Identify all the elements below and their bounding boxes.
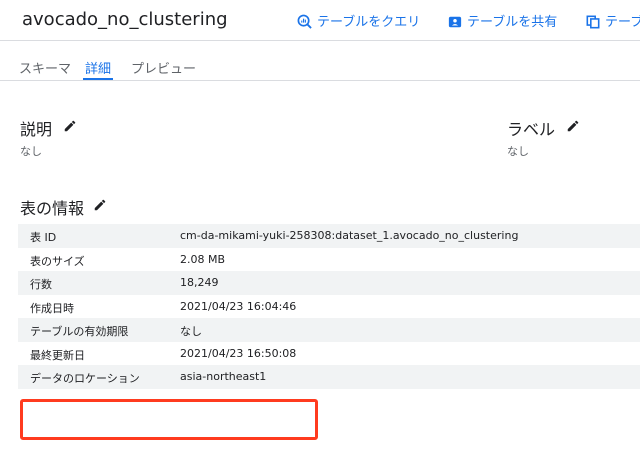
row-value: 18,249 [180,276,219,289]
row-key: データのロケーション [30,372,140,385]
table-info-row-size: 表のサイズ 2.08 MB [18,248,640,272]
table-info-row-expiration: テーブルの有効期限 なし [18,318,640,342]
active-tab-indicator [83,78,113,80]
row-key: 表のサイズ [30,254,85,268]
share-table-label: テーブルを共有 [467,15,558,30]
header-bar: avocado_no_clustering テーブルをクエリ テーブルを共有 テ… [0,0,640,41]
tab-bar: スキーマ 詳細 プレビュー [0,40,640,81]
copy-table-button[interactable]: テーブ [586,11,640,30]
row-value: asia-northeast1 [180,370,267,383]
tab-schema[interactable]: スキーマ [19,58,71,77]
row-key: 最終更新日 [30,348,85,362]
page-title: avocado_no_clustering [22,9,228,30]
row-value: 2021/04/23 16:04:46 [180,299,297,313]
row-key: 表 ID [30,231,57,244]
table-info-title: 表の情報 [20,199,85,218]
row-value: 2.08 MB [180,252,226,266]
table-info-row-modified: 最終更新日 2021/04/23 16:50:08 [18,342,640,366]
tab-preview[interactable]: プレビュー [131,58,196,77]
description-value: なし [20,145,42,158]
query-table-label: テーブルをクエリ [317,15,421,30]
labels-value: なし [507,145,529,158]
query-icon [297,14,312,29]
description-title: 説明 [20,120,53,139]
row-key: 作成日時 [30,301,74,315]
share-icon [448,16,462,28]
labels-title: ラベル [507,120,556,139]
table-info-row-id: 表 ID cm-da-mikami-yuki-258308:dataset_1.… [18,224,640,248]
row-value: cm-da-mikami-yuki-258308:dataset_1.avoca… [180,229,519,242]
edit-labels-pencil-icon[interactable] [566,119,580,133]
row-value: なし [180,325,202,338]
table-info-row-created: 作成日時 2021/04/23 16:04:46 [18,295,640,319]
row-key: 行数 [30,278,52,291]
row-key: テーブルの有効期限 [30,325,129,338]
edit-table-info-pencil-icon[interactable] [93,198,107,212]
highlight-annotation-box [20,399,318,440]
query-table-button[interactable]: テーブルをクエリ [297,11,420,30]
copy-table-label: テーブ [605,15,640,30]
tab-details[interactable]: 詳細 [85,58,111,77]
copy-icon [586,15,600,29]
share-table-button[interactable]: テーブルを共有 [448,11,557,30]
table-info-row-location: データのロケーション asia-northeast1 [18,365,640,389]
table-info-row-count: 行数 18,249 [18,271,640,295]
table-info-list: 表 ID cm-da-mikami-yuki-258308:dataset_1.… [18,224,640,389]
edit-description-pencil-icon[interactable] [63,119,77,133]
row-value: 2021/04/23 16:50:08 [180,346,297,360]
